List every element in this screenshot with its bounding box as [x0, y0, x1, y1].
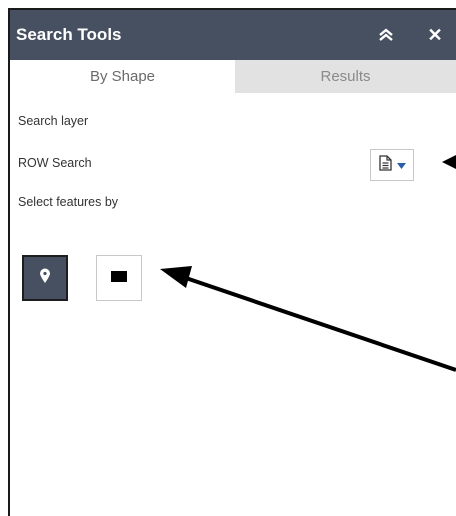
annotation-arrows: [160, 155, 456, 372]
arrow-to-selection-tools: [160, 266, 456, 372]
arrow-to-dropdown: [442, 155, 456, 169]
